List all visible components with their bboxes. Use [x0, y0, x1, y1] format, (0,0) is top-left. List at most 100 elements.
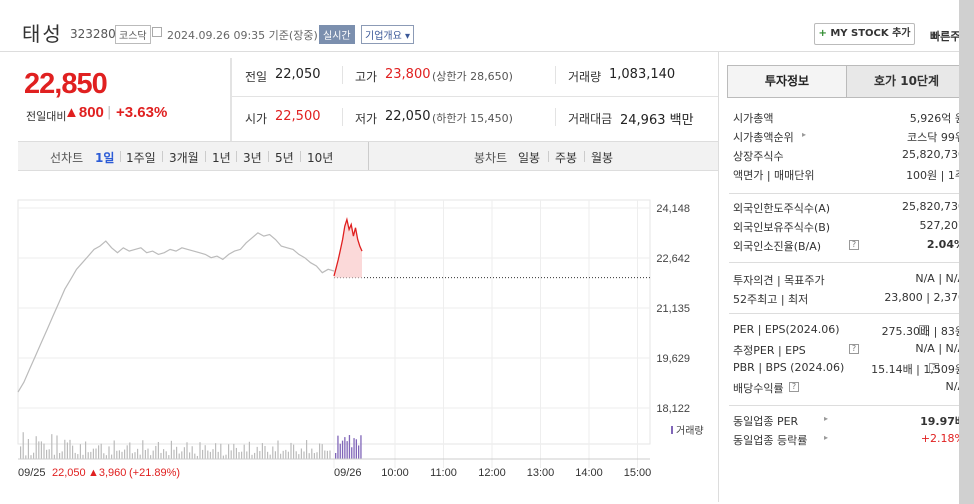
volume-bar — [225, 454, 227, 459]
volume-bar — [163, 449, 165, 459]
volume-bar — [181, 451, 183, 459]
volume-bar — [189, 452, 191, 459]
volume-bar — [339, 443, 341, 459]
prev-day-change-pct: (+21.89%) — [129, 467, 180, 479]
info-row: 액면가 | 매매단위 100원 | 1주 — [733, 167, 965, 183]
volume-bar — [46, 449, 48, 459]
volume-bar — [348, 435, 351, 459]
divider — [729, 405, 967, 406]
y-tick-label: 22,642 — [656, 253, 690, 265]
volume-bar — [100, 443, 102, 459]
tab-3month[interactable]: 3개월 — [169, 149, 199, 166]
add-mystock-button[interactable]: + MY STOCK 추가 — [814, 23, 915, 45]
volume-bar — [341, 440, 344, 459]
volume-bar — [53, 454, 55, 459]
info-row: 외국인한도주식수(A) 25,820,730 — [733, 200, 965, 216]
divider — [368, 142, 369, 170]
tab-weekly-candle[interactable]: 주봉 — [555, 149, 577, 166]
volume-bar — [142, 440, 144, 459]
divider — [718, 52, 719, 502]
divider — [555, 66, 556, 84]
help-icon[interactable]: ? — [849, 240, 859, 250]
volume-bar — [353, 438, 355, 459]
info-row-value: N/A | N/A — [915, 272, 965, 285]
volume-bar — [30, 455, 32, 459]
volume-bar — [38, 441, 40, 459]
prev-close-value: 22,050 — [275, 67, 321, 82]
tab-1day[interactable]: 1일 — [95, 149, 114, 166]
volume-bar — [56, 435, 58, 459]
volume-bar — [113, 440, 115, 459]
help-icon[interactable]: ? — [849, 344, 859, 354]
volume-bar — [43, 443, 45, 459]
info-row: 배당수익률? N/A — [733, 380, 965, 396]
high-label: 고가 — [355, 70, 378, 84]
scrollbar[interactable] — [959, 0, 974, 504]
volume-bar — [199, 442, 201, 459]
info-row-label: 동일업종 PER — [733, 415, 799, 428]
add-mystock-label: MY STOCK 추가 — [830, 28, 911, 39]
company-info-dropdown[interactable]: 기업개요 ▾ — [361, 25, 415, 44]
lower-limit: (하한가 15,450) — [432, 112, 513, 125]
arrow-right-icon[interactable]: ▸ — [824, 433, 828, 442]
tab-3year[interactable]: 3년 — [243, 149, 262, 166]
volume-legend-swatch — [671, 426, 673, 434]
info-row: 52주최고 | 최저 23,800 | 2,370 — [733, 291, 965, 307]
info-row-label: 배당수익률 — [733, 382, 784, 395]
divider — [205, 151, 206, 162]
volume-bar — [241, 451, 243, 459]
volume-bar — [324, 450, 326, 459]
tab-5year[interactable]: 5년 — [275, 149, 294, 166]
volume-bar — [272, 446, 274, 459]
volume-bar — [319, 443, 321, 459]
info-row-value: 100원 | 1주 — [906, 169, 965, 182]
volume-bar — [150, 455, 152, 459]
info-row-label: 액면가 | 매매단위 — [733, 169, 815, 182]
tab-monthly-candle[interactable]: 월봉 — [591, 149, 613, 166]
help-icon[interactable]: ? — [789, 382, 799, 392]
volume-bar — [134, 452, 136, 459]
y-tick-label: 24,148 — [656, 203, 690, 215]
volume-legend-label: 거래량 — [676, 425, 704, 437]
info-row-label: 시가총액순위 — [733, 131, 794, 144]
tab-order-book[interactable]: 호가 10단계 — [847, 65, 967, 98]
today-price-area — [334, 219, 362, 278]
line-chart-label: 선차트 — [50, 151, 84, 165]
volume-bar — [105, 455, 107, 459]
arrow-right-icon[interactable]: ▸ — [802, 130, 806, 139]
tab-10year[interactable]: 10년 — [307, 149, 333, 166]
volume-bar — [82, 454, 84, 459]
volume-bar — [344, 437, 346, 459]
tab-1year[interactable]: 1년 — [212, 149, 231, 166]
volume-bar — [337, 435, 339, 459]
divider — [342, 108, 343, 126]
volume-bar — [72, 445, 74, 459]
info-row-value: 25,820,730 — [902, 148, 965, 161]
tab-1week[interactable]: 1주일 — [126, 149, 156, 166]
tab-invest-info[interactable]: 투자정보 — [727, 65, 847, 98]
prev-close-label: 전일 — [245, 70, 268, 84]
change-label: 전일대비 — [26, 110, 67, 123]
volume-bar — [295, 451, 297, 459]
stock-name: 태성 — [22, 22, 63, 46]
info-row-value: 5,926억 원 — [909, 112, 965, 125]
volume-bar — [222, 455, 224, 459]
market-badge: 코스닥 — [115, 25, 151, 44]
volume-bar — [282, 450, 284, 459]
arrow-right-icon[interactable]: ▸ — [824, 414, 828, 423]
realtime-button[interactable]: 실시간 — [319, 25, 355, 44]
volume-bar — [267, 451, 269, 459]
volume-bar — [274, 451, 276, 459]
divider — [342, 66, 343, 84]
volume-bar — [108, 446, 110, 459]
volume-bar — [355, 439, 357, 459]
low-label: 저가 — [355, 112, 378, 126]
volume-bar — [259, 451, 261, 459]
divider — [236, 151, 237, 162]
volume-bar — [90, 451, 92, 459]
intraday-price-chart[interactable]: 24,148 22,642 21,135 19,629 18,122 거래량 09/26 10… — [0, 172, 718, 482]
tab-daily-candle[interactable]: 일봉 — [518, 149, 540, 166]
volume-bar — [61, 451, 63, 459]
divider — [120, 151, 121, 162]
volume-bar — [217, 451, 219, 459]
